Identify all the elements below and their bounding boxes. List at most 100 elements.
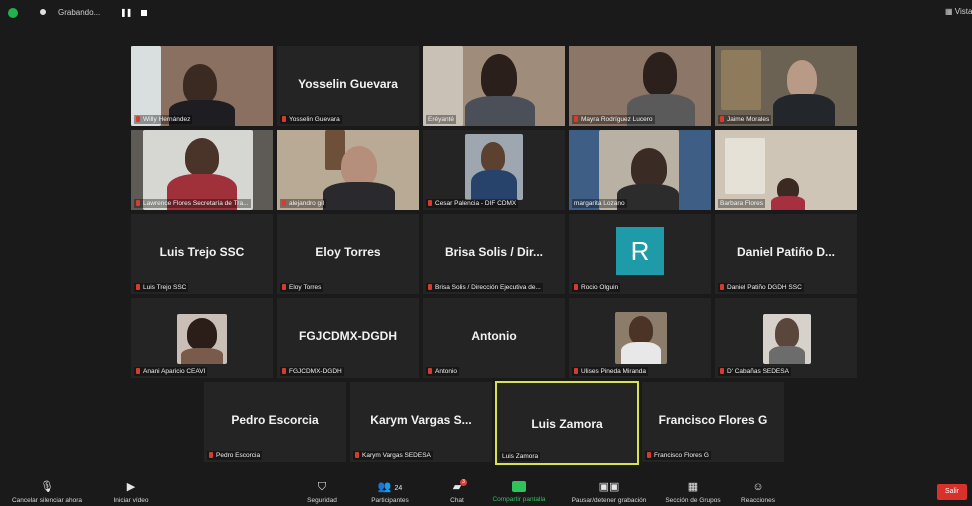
- pause-stop-icon: ▣▣: [598, 481, 620, 493]
- participant-name: Mayra Rodríguez Lucero: [572, 115, 655, 124]
- breakout-rooms-button[interactable]: ▦ Sección de Grupos: [662, 481, 724, 504]
- participant-display-name: Daniel Patiño D...: [736, 245, 835, 259]
- participant-display-name: FGJCDMX-DGDH: [299, 329, 397, 343]
- participant-tile[interactable]: Daniel Patiño D... Daniel Patiño DGDH SS…: [715, 214, 857, 294]
- participant-tile[interactable]: Eloy Torres Eloy Torres: [277, 214, 419, 294]
- share-screen-icon: [512, 481, 526, 492]
- leave-button[interactable]: Salir: [937, 484, 967, 500]
- mic-muted-icon: [720, 116, 724, 123]
- participant-tile[interactable]: Cesar Palencia - DIF CDMX: [423, 130, 565, 210]
- chat-button[interactable]: ▰ 3 Chat: [440, 479, 474, 504]
- participant-tile[interactable]: Pedro Escorcia Pedro Escorcia: [204, 382, 346, 462]
- participant-display-name: Pedro Escorcia: [231, 413, 319, 427]
- mic-muted-icon: [647, 452, 651, 459]
- participant-tile[interactable]: D' Cabañas SEDESA: [715, 298, 857, 378]
- mic-muted-icon: [136, 116, 140, 123]
- mic-muted-icon: [136, 368, 140, 375]
- participant-name: margarita Lozano: [572, 199, 627, 208]
- participant-display-name: Karym Vargas S...: [370, 413, 472, 427]
- reactions-button[interactable]: ☺ Reacciones: [736, 481, 780, 504]
- chat-label: Chat: [450, 497, 464, 504]
- mic-muted-icon: [720, 368, 724, 375]
- participant-display-name: Luis Zamora: [531, 417, 603, 431]
- pause-stop-recording-button[interactable]: ▣▣ Pausar/detener grabación: [562, 481, 656, 504]
- mic-muted-icon: [282, 200, 286, 207]
- participant-name: Lawrence Flores Secretaría de Tra...: [134, 199, 251, 208]
- mic-muted-icon: [574, 116, 578, 123]
- mic-muted-icon: [282, 368, 286, 375]
- participant-name: alejandro gil: [280, 199, 327, 208]
- participant-tile[interactable]: Willy Hernández: [131, 46, 273, 126]
- video-label: Iniciar vídeo: [113, 497, 149, 504]
- security-button[interactable]: ⛉ Seguridad: [302, 481, 342, 504]
- participant-tile[interactable]: margarita Lozano: [569, 130, 711, 210]
- mic-muted-icon: [574, 368, 578, 375]
- mic-muted-icon: [136, 200, 140, 207]
- mute-label: Cancelar silenciar ahora: [11, 497, 83, 504]
- participant-tile[interactable]: Antonio Antonio: [423, 298, 565, 378]
- active-speaker-tile[interactable]: Luis Zamora Luis Zamora: [495, 381, 639, 465]
- participants-button[interactable]: 👥 24 Participantes: [362, 481, 418, 504]
- participant-name: Yosselin Guevara: [280, 115, 342, 124]
- shield-icon: ⛉: [317, 481, 327, 493]
- participants-label: Participantes: [371, 497, 409, 504]
- participant-display-name: Yosselin Guevara: [298, 77, 398, 91]
- record-label: Pausar/detener grabación: [571, 497, 647, 504]
- participant-name: Eloy Torres: [280, 283, 324, 292]
- participant-tile[interactable]: FGJCDMX-DGDH FGJCDMX-DGDH: [277, 298, 419, 378]
- mute-button[interactable]: 🎙 Cancelar silenciar ahora: [4, 481, 90, 504]
- participant-tile[interactable]: Jaime Morales: [715, 46, 857, 126]
- participant-name: Antonio: [426, 367, 460, 376]
- participant-name: Brisa Solis / Dirección Ejecutiva de...: [426, 283, 543, 292]
- participant-tile[interactable]: Karym Vargas S... Karym Vargas SEDESA: [350, 382, 492, 462]
- participant-tile[interactable]: Francisco Flores G Francisco Flores G: [642, 382, 784, 462]
- mic-muted-icon: [428, 200, 432, 207]
- microphone-icon: 🎙: [40, 481, 54, 493]
- mic-muted-icon: [720, 284, 724, 291]
- reactions-label: Reacciones: [741, 497, 775, 504]
- chat-badge: 3: [460, 479, 467, 486]
- participant-tile[interactable]: alejandro gil: [277, 130, 419, 210]
- participant-name: Rocio Olguin: [572, 283, 621, 292]
- participants-icon: 👥 24: [377, 481, 403, 493]
- chat-icon: ▰ 3: [451, 479, 467, 493]
- mic-muted-icon: [428, 368, 432, 375]
- breakout-rooms-icon: ▦: [687, 481, 699, 493]
- share-screen-button[interactable]: Compartir pantalla: [486, 481, 552, 503]
- participant-tile[interactable]: Ulises Pineda Miranda: [569, 298, 711, 378]
- security-label: Seguridad: [307, 497, 337, 504]
- rooms-label: Sección de Grupos: [665, 497, 721, 504]
- participant-tile[interactable]: Barbara Flores: [715, 130, 857, 210]
- share-label: Compartir pantalla: [492, 496, 546, 503]
- participant-tile[interactable]: Eréyanté: [423, 46, 565, 126]
- participant-tile[interactable]: Mayra Rodríguez Lucero: [569, 46, 711, 126]
- participant-tile[interactable]: Lawrence Flores Secretaría de Tra...: [131, 130, 273, 210]
- participant-name: Willy Hernández: [134, 115, 193, 124]
- participant-display-name: Luis Trejo SSC: [159, 245, 245, 259]
- participant-name: Cesar Palencia - DIF CDMX: [426, 199, 519, 208]
- participants-count: 24: [394, 485, 403, 492]
- participant-name: Pedro Escorcia: [207, 451, 263, 460]
- participant-name: Francisco Flores G: [645, 451, 711, 460]
- participant-tile[interactable]: Anani Aparicio CEAVI: [131, 298, 273, 378]
- mic-muted-icon: [282, 116, 286, 123]
- mic-muted-icon: [574, 284, 578, 291]
- participant-name: Luis Trejo SSC: [134, 283, 189, 292]
- mic-muted-icon: [209, 452, 213, 459]
- participant-name: D' Cabañas SEDESA: [718, 367, 791, 376]
- mic-muted-icon: [428, 284, 432, 291]
- participant-tile[interactable]: Yosselin Guevara Yosselin Guevara: [277, 46, 419, 126]
- participant-tile[interactable]: R Rocio Olguin: [569, 214, 711, 294]
- avatar: R: [616, 227, 664, 275]
- participant-name: FGJCDMX-DGDH: [280, 367, 344, 376]
- participant-tile[interactable]: Brisa Solis / Dir... Brisa Solis / Direc…: [423, 214, 565, 294]
- video-button[interactable]: ▶ Iniciar vídeo: [106, 481, 156, 504]
- participant-name: Barbara Flores: [718, 199, 765, 208]
- mic-muted-icon: [282, 284, 286, 291]
- gallery-grid: Willy Hernández Yosselin Guevara Yosseli…: [0, 0, 972, 470]
- video-camera-icon: ▶: [126, 481, 136, 493]
- participant-name: Ulises Pineda Miranda: [572, 367, 649, 376]
- participant-tile[interactable]: Luis Trejo SSC Luis Trejo SSC: [131, 214, 273, 294]
- participant-name: Luis Zamora: [500, 452, 541, 461]
- participant-display-name: Francisco Flores G: [658, 413, 768, 427]
